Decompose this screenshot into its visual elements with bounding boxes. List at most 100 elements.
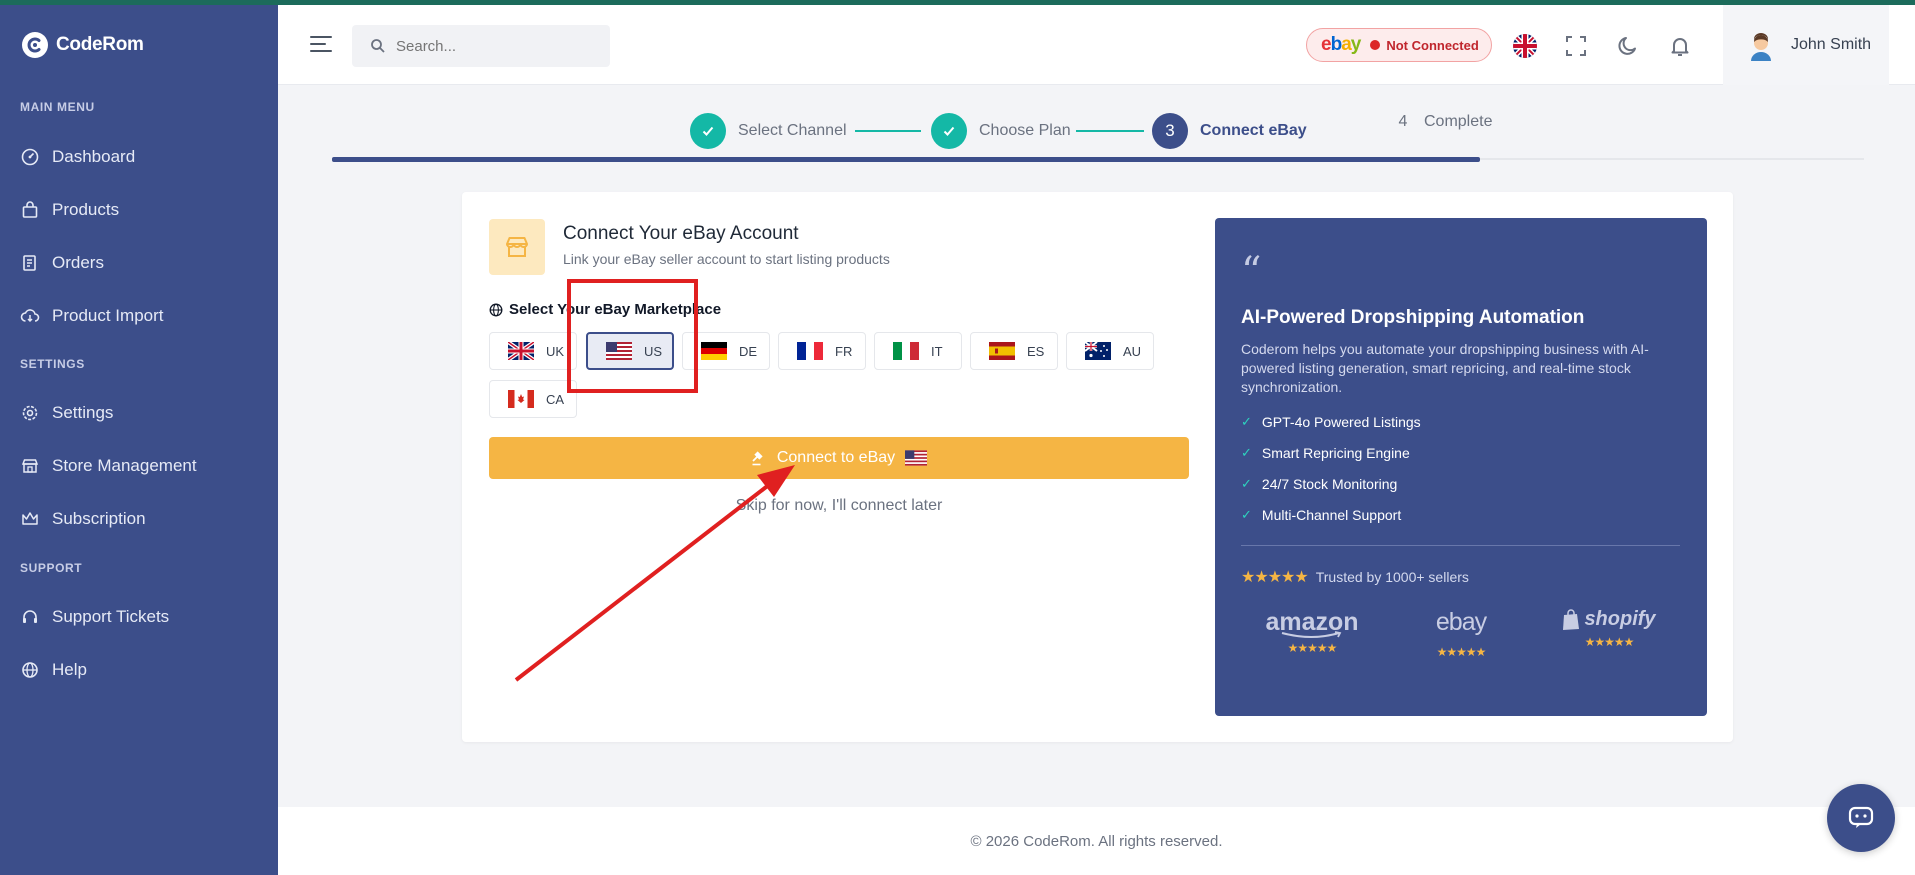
trust-row: ★★★★★ Trusted by 1000+ sellers <box>1241 567 1469 587</box>
gavel-icon <box>752 451 763 466</box>
sidebar-item-label: Settings <box>52 403 114 422</box>
brand[interactable]: CodeRom <box>22 32 144 58</box>
connect-to-ebay-button[interactable]: Connect to eBay <box>489 437 1189 479</box>
brand-rating: ★★★★★ <box>1436 645 1487 659</box>
uk-flag-icon[interactable] <box>1513 34 1537 58</box>
progress-bar <box>332 157 1480 162</box>
sidebar-item-products[interactable]: Products <box>20 200 119 220</box>
sidebar-item-support-tickets[interactable]: Support Tickets <box>20 607 169 627</box>
quote-icon: “ <box>1241 249 1262 295</box>
gear-icon <box>22 405 38 421</box>
feature-item: ✓ 24/7 Stock Monitoring <box>1241 476 1397 492</box>
marketplace-es[interactable]: ES <box>970 332 1058 370</box>
connect-button-label: Connect to eBay <box>776 449 896 466</box>
marketplace-uk[interactable]: UK <box>489 332 577 370</box>
chat-button[interactable] <box>1827 784 1895 852</box>
ebay-logo-icon: ebay <box>1321 34 1361 55</box>
marketplace-code: DE <box>739 343 758 359</box>
step-label: Choose Plan <box>979 122 1071 139</box>
check-icon: ✓ <box>1241 507 1252 522</box>
check-icon: ✓ <box>1241 414 1252 429</box>
marketplace-ca[interactable]: CA <box>489 380 577 418</box>
copyright-text: © 2026 CodeRom. All rights reserved. <box>970 832 1223 850</box>
marketplace-fr[interactable]: FR <box>778 332 866 370</box>
marketplace-code: CA <box>546 391 565 407</box>
feature-label: Multi-Channel Support <box>1261 507 1402 523</box>
sidebar-item-label: Orders <box>52 253 104 272</box>
marketplace-code: US <box>644 343 663 359</box>
step-label: Select Channel <box>738 122 847 139</box>
card-subtitle: Link your eBay seller account to start l… <box>563 251 890 267</box>
crown-icon <box>22 512 38 525</box>
brand-amazon: amazon ★★★★★ <box>1247 608 1377 655</box>
brand-name: CodeRom <box>56 34 144 55</box>
brand-rating: ★★★★★ <box>1287 641 1338 655</box>
cloud-download-icon <box>20 309 40 323</box>
ebay-logo: ebay <box>1435 608 1487 636</box>
menu-toggle-icon[interactable] <box>310 35 332 53</box>
uk-flag-icon <box>508 342 534 360</box>
bell-icon[interactable] <box>1668 34 1692 58</box>
menu-section-title: SETTINGS <box>20 357 85 371</box>
dashboard-icon <box>21 148 39 166</box>
marketplace-us[interactable]: US <box>586 332 674 370</box>
it-flag-icon <box>893 342 919 360</box>
chat-icon <box>1848 806 1874 828</box>
marketplace-it[interactable]: IT <box>874 332 962 370</box>
step-select-channel: Select Channel <box>690 113 847 149</box>
menu-section-title: SUPPORT <box>20 561 83 575</box>
store-icon <box>489 219 545 275</box>
sidebar-item-label: Store Management <box>52 456 197 475</box>
check-icon <box>690 113 726 149</box>
receipt-icon <box>23 255 36 271</box>
marketplace-au[interactable]: AU <box>1066 332 1154 370</box>
feature-item: ✓ GPT-4o Powered Listings <box>1241 414 1421 430</box>
user-menu[interactable]: John Smith <box>1723 5 1889 85</box>
fr-flag-icon <box>797 342 823 360</box>
menu-section-title: MAIN MENU <box>20 100 95 114</box>
search-box <box>352 25 610 67</box>
search-input[interactable] <box>396 37 586 55</box>
marketplace-label: Select Your eBay Marketplace <box>489 301 721 318</box>
shopify-wordmark: shopify <box>1584 608 1656 630</box>
check-icon: ✓ <box>1241 476 1252 491</box>
status-dot-icon <box>1370 40 1381 50</box>
sidebar-item-label: Products <box>52 200 120 219</box>
amazon-logo: amazon <box>1265 608 1359 636</box>
feature-label: GPT-4o Powered Listings <box>1261 414 1421 430</box>
sidebar-item-subscription[interactable]: Subscription <box>20 509 146 529</box>
check-icon <box>931 113 967 149</box>
marketplace-de[interactable]: DE <box>682 332 770 370</box>
fullscreen-icon[interactable] <box>1564 34 1588 58</box>
top-accent-bar <box>0 0 1915 5</box>
sidebar-item-orders[interactable]: Orders <box>20 253 104 273</box>
sidebar-item-label: Product Import <box>52 306 164 325</box>
sidebar-item-settings[interactable]: Settings <box>20 403 113 423</box>
moon-icon[interactable] <box>1616 34 1640 58</box>
sidebar-item-dashboard[interactable]: Dashboard <box>20 147 135 167</box>
step-choose-plan: Choose Plan <box>931 113 1071 149</box>
headset-icon <box>23 610 37 623</box>
check-icon: ✓ <box>1241 445 1252 460</box>
sidebar-item-product-import[interactable]: Product Import <box>20 306 164 326</box>
marketplace-code: AU <box>1123 343 1142 359</box>
au-flag-icon <box>1085 342 1111 360</box>
marketplace-code: FR <box>835 343 853 359</box>
marketplace-code: IT <box>931 343 943 359</box>
sidebar-item-store-management[interactable]: Store Management <box>20 456 197 476</box>
skip-link[interactable]: Skip for now, I'll connect later <box>489 497 1189 515</box>
brand-rating: ★★★★★ <box>1584 635 1635 649</box>
de-flag-icon <box>701 342 727 360</box>
step-connect-ebay: 3 Connect eBay <box>1152 113 1307 149</box>
ca-flag-icon <box>508 390 534 408</box>
connect-card: Connect Your eBay Account Link your eBay… <box>462 192 1733 742</box>
sidebar-item-help[interactable]: Help <box>20 660 87 680</box>
us-flag-icon <box>905 450 928 466</box>
ebay-connection-badge[interactable]: ebay Not Connected <box>1306 28 1492 62</box>
step-number: 4 <box>1398 113 1408 130</box>
brand-shopify: shopify ★★★★★ <box>1544 608 1674 649</box>
feature-label: Smart Repricing Engine <box>1261 445 1410 461</box>
es-flag-icon <box>989 342 1015 360</box>
connection-status: Not Connected <box>1386 37 1479 53</box>
feature-label: 24/7 Stock Monitoring <box>1261 476 1398 492</box>
